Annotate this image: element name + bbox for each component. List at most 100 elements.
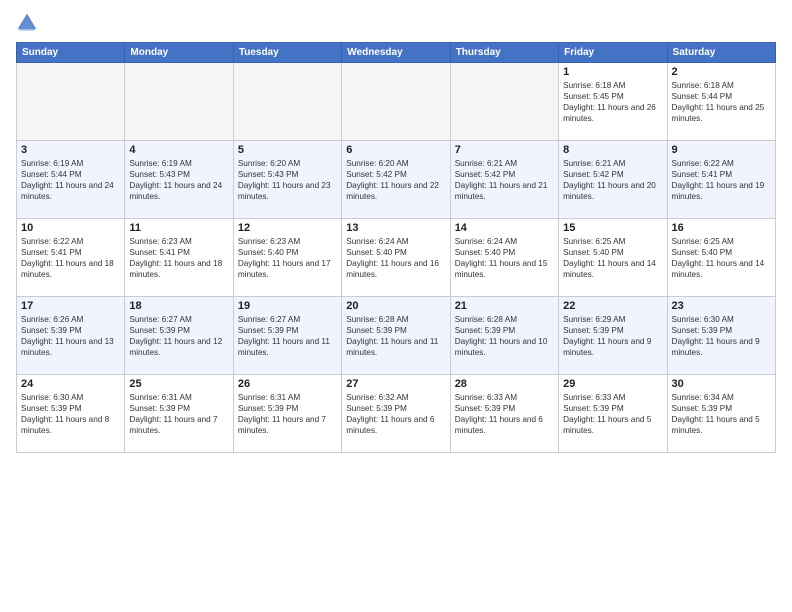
calendar-day-cell: 22 Sunrise: 6:29 AM Sunset: 5:39 PM Dayli… xyxy=(559,297,667,375)
calendar-day-cell: 1 Sunrise: 6:18 AM Sunset: 5:45 PM Daylig… xyxy=(559,63,667,141)
day-number: 27 xyxy=(346,378,445,390)
day-number: 29 xyxy=(563,378,662,390)
calendar-day-cell: 5 Sunrise: 6:20 AM Sunset: 5:43 PM Daylig… xyxy=(233,141,341,219)
calendar-day-cell: 26 Sunrise: 6:31 AM Sunset: 5:39 PM Dayli… xyxy=(233,375,341,453)
calendar-week-row: 3 Sunrise: 6:19 AM Sunset: 5:44 PM Daylig… xyxy=(17,141,776,219)
day-number: 23 xyxy=(672,300,771,312)
calendar-day-cell: 14Sunrise: 6:24 AM Sunset: 5:40 PM Dayli… xyxy=(450,219,558,297)
weekday-header-row: SundayMondayTuesdayWednesdayThursdayFrid… xyxy=(17,43,776,63)
page: SundayMondayTuesdayWednesdayThursdayFrid… xyxy=(0,0,792,612)
calendar-day-cell: 11 Sunrise: 6:23 AM Sunset: 5:41 PM Dayli… xyxy=(125,219,233,297)
calendar-day-cell xyxy=(450,63,558,141)
day-info: Sunrise: 6:33 AM Sunset: 5:39 PM Dayligh… xyxy=(455,392,554,436)
calendar-week-row: 17 Sunrise: 6:26 AM Sunset: 5:39 PM Dayli… xyxy=(17,297,776,375)
day-number: 14 xyxy=(455,222,554,234)
day-info: Sunrise: 6:25 AM Sunset: 5:40 PM Dayligh… xyxy=(672,236,771,280)
weekday-header-sunday: Sunday xyxy=(17,43,125,63)
day-number: 1 xyxy=(563,66,662,78)
day-info: Sunrise: 6:27 AM Sunset: 5:39 PM Dayligh… xyxy=(238,314,337,358)
day-info: Sunrise: 6:23 AM Sunset: 5:41 PM Dayligh… xyxy=(129,236,228,280)
day-info: Sunrise: 6:26 AM Sunset: 5:39 PM Dayligh… xyxy=(21,314,120,358)
calendar-table: SundayMondayTuesdayWednesdayThursdayFrid… xyxy=(16,42,776,453)
calendar-day-cell: 23 Sunrise: 6:30 AM Sunset: 5:39 PM Dayli… xyxy=(667,297,775,375)
day-info: Sunrise: 6:31 AM Sunset: 5:39 PM Dayligh… xyxy=(129,392,228,436)
calendar-day-cell: 3 Sunrise: 6:19 AM Sunset: 5:44 PM Daylig… xyxy=(17,141,125,219)
calendar-day-cell: 17 Sunrise: 6:26 AM Sunset: 5:39 PM Dayli… xyxy=(17,297,125,375)
day-number: 21 xyxy=(455,300,554,312)
calendar-day-cell: 8Sunrise: 6:21 AM Sunset: 5:42 PM Daylig… xyxy=(559,141,667,219)
calendar-week-row: 24 Sunrise: 6:30 AM Sunset: 5:39 PM Dayli… xyxy=(17,375,776,453)
calendar-day-cell xyxy=(125,63,233,141)
calendar-day-cell: 29 Sunrise: 6:33 AM Sunset: 5:39 PM Dayli… xyxy=(559,375,667,453)
day-info: Sunrise: 6:21 AM Sunset: 5:42 PM Dayligh… xyxy=(455,158,554,202)
day-info: Sunrise: 6:28 AM Sunset: 5:39 PM Dayligh… xyxy=(455,314,554,358)
day-number: 17 xyxy=(21,300,120,312)
weekday-header-tuesday: Tuesday xyxy=(233,43,341,63)
calendar-day-cell: 9 Sunrise: 6:22 AM Sunset: 5:41 PM Daylig… xyxy=(667,141,775,219)
day-number: 13 xyxy=(346,222,445,234)
day-number: 10 xyxy=(21,222,120,234)
calendar-week-row: 1 Sunrise: 6:18 AM Sunset: 5:45 PM Daylig… xyxy=(17,63,776,141)
weekday-header-wednesday: Wednesday xyxy=(342,43,450,63)
weekday-header-monday: Monday xyxy=(125,43,233,63)
calendar-day-cell xyxy=(233,63,341,141)
day-info: Sunrise: 6:18 AM Sunset: 5:45 PM Dayligh… xyxy=(563,80,662,124)
day-number: 26 xyxy=(238,378,337,390)
day-number: 3 xyxy=(21,144,120,156)
day-number: 11 xyxy=(129,222,228,234)
calendar-day-cell xyxy=(17,63,125,141)
day-info: Sunrise: 6:28 AM Sunset: 5:39 PM Dayligh… xyxy=(346,314,445,358)
day-info: Sunrise: 6:24 AM Sunset: 5:40 PM Dayligh… xyxy=(346,236,445,280)
weekday-header-friday: Friday xyxy=(559,43,667,63)
day-number: 5 xyxy=(238,144,337,156)
logo xyxy=(16,12,42,34)
calendar-day-cell: 4 Sunrise: 6:19 AM Sunset: 5:43 PM Daylig… xyxy=(125,141,233,219)
calendar-day-cell: 12 Sunrise: 6:23 AM Sunset: 5:40 PM Dayli… xyxy=(233,219,341,297)
calendar-day-cell: 7 Sunrise: 6:21 AM Sunset: 5:42 PM Daylig… xyxy=(450,141,558,219)
header xyxy=(16,12,776,34)
weekday-header-thursday: Thursday xyxy=(450,43,558,63)
calendar-day-cell: 6Sunrise: 6:20 AM Sunset: 5:42 PM Daylig… xyxy=(342,141,450,219)
day-number: 30 xyxy=(672,378,771,390)
day-number: 22 xyxy=(563,300,662,312)
day-number: 12 xyxy=(238,222,337,234)
day-number: 9 xyxy=(672,144,771,156)
day-info: Sunrise: 6:19 AM Sunset: 5:44 PM Dayligh… xyxy=(21,158,120,202)
day-info: Sunrise: 6:25 AM Sunset: 5:40 PM Dayligh… xyxy=(563,236,662,280)
day-info: Sunrise: 6:30 AM Sunset: 5:39 PM Dayligh… xyxy=(672,314,771,358)
day-info: Sunrise: 6:27 AM Sunset: 5:39 PM Dayligh… xyxy=(129,314,228,358)
day-info: Sunrise: 6:22 AM Sunset: 5:41 PM Dayligh… xyxy=(21,236,120,280)
day-number: 20 xyxy=(346,300,445,312)
calendar-day-cell: 2Sunrise: 6:18 AM Sunset: 5:44 PM Daylig… xyxy=(667,63,775,141)
calendar-day-cell: 19 Sunrise: 6:27 AM Sunset: 5:39 PM Dayli… xyxy=(233,297,341,375)
day-info: Sunrise: 6:29 AM Sunset: 5:39 PM Dayligh… xyxy=(563,314,662,358)
calendar-day-cell: 18Sunrise: 6:27 AM Sunset: 5:39 PM Dayli… xyxy=(125,297,233,375)
day-number: 7 xyxy=(455,144,554,156)
day-info: Sunrise: 6:21 AM Sunset: 5:42 PM Dayligh… xyxy=(563,158,662,202)
calendar-day-cell: 30Sunrise: 6:34 AM Sunset: 5:39 PM Dayli… xyxy=(667,375,775,453)
calendar-day-cell: 28 Sunrise: 6:33 AM Sunset: 5:39 PM Dayli… xyxy=(450,375,558,453)
day-number: 4 xyxy=(129,144,228,156)
day-info: Sunrise: 6:19 AM Sunset: 5:43 PM Dayligh… xyxy=(129,158,228,202)
calendar-day-cell: 10 Sunrise: 6:22 AM Sunset: 5:41 PM Dayli… xyxy=(17,219,125,297)
calendar-day-cell: 21 Sunrise: 6:28 AM Sunset: 5:39 PM Dayli… xyxy=(450,297,558,375)
day-info: Sunrise: 6:20 AM Sunset: 5:43 PM Dayligh… xyxy=(238,158,337,202)
day-number: 25 xyxy=(129,378,228,390)
day-number: 24 xyxy=(21,378,120,390)
calendar-day-cell: 15Sunrise: 6:25 AM Sunset: 5:40 PM Dayli… xyxy=(559,219,667,297)
day-number: 16 xyxy=(672,222,771,234)
day-info: Sunrise: 6:23 AM Sunset: 5:40 PM Dayligh… xyxy=(238,236,337,280)
weekday-header-saturday: Saturday xyxy=(667,43,775,63)
day-info: Sunrise: 6:33 AM Sunset: 5:39 PM Dayligh… xyxy=(563,392,662,436)
logo-icon xyxy=(16,12,38,34)
day-number: 19 xyxy=(238,300,337,312)
calendar-day-cell: 20 Sunrise: 6:28 AM Sunset: 5:39 PM Dayli… xyxy=(342,297,450,375)
day-info: Sunrise: 6:31 AM Sunset: 5:39 PM Dayligh… xyxy=(238,392,337,436)
calendar-week-row: 10 Sunrise: 6:22 AM Sunset: 5:41 PM Dayli… xyxy=(17,219,776,297)
day-info: Sunrise: 6:32 AM Sunset: 5:39 PM Dayligh… xyxy=(346,392,445,436)
day-info: Sunrise: 6:22 AM Sunset: 5:41 PM Dayligh… xyxy=(672,158,771,202)
day-info: Sunrise: 6:30 AM Sunset: 5:39 PM Dayligh… xyxy=(21,392,120,436)
day-number: 28 xyxy=(455,378,554,390)
day-info: Sunrise: 6:20 AM Sunset: 5:42 PM Dayligh… xyxy=(346,158,445,202)
calendar-day-cell: 24 Sunrise: 6:30 AM Sunset: 5:39 PM Dayli… xyxy=(17,375,125,453)
